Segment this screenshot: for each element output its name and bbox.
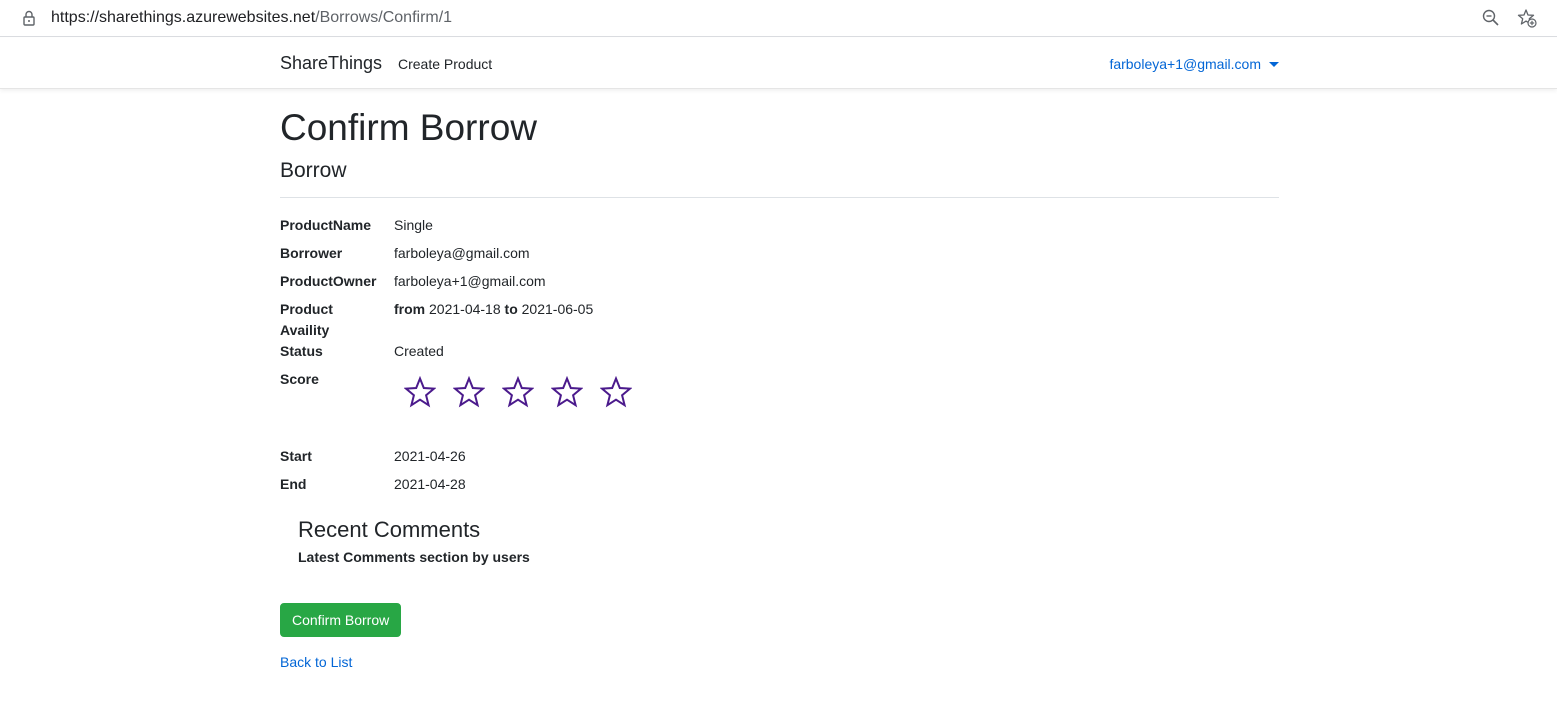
detail-row-start: Start 2021-04-26 [280,446,1279,467]
availability-label-line-1: Product [280,301,333,318]
from-word: from [394,301,426,318]
detail-row-availability: Product Availity from 2021-04-18 to 2021… [280,299,1279,341]
detail-label: Borrower [280,245,343,262]
detail-value: 2021-04-28 [394,476,466,493]
divider [280,197,1279,199]
lock-icon [23,10,35,26]
availability-from: 2021-04-18 [429,301,501,318]
back-to-list-link[interactable]: Back to List [280,654,1279,670]
detail-value: farboleya+1@gmail.com [394,273,546,290]
detail-row-status: Status Created [280,341,1279,362]
url-host: https://sharethings.azurewebsites.net [51,9,316,26]
caret-down-icon [1269,62,1279,67]
detail-row-score: Score [280,369,1279,408]
confirm-borrow-button[interactable]: Confirm Borrow [280,603,402,638]
detail-value: farboleya@gmail.com [394,245,530,262]
detail-row-end: End 2021-04-28 [280,474,1279,495]
page-subtitle: Borrow [280,159,347,183]
availability-to: 2021-06-05 [521,301,594,318]
add-favorite-icon[interactable] [1517,8,1537,28]
star-icon[interactable] [404,376,436,408]
detail-row-product-owner: ProductOwner farboleya+1@gmail.com [280,271,1279,292]
borrow-details: ProductName Single Borrower farboleya@gm… [280,215,1279,495]
detail-label: End [280,476,307,493]
detail-label: Status [280,343,323,360]
detail-label: ProductName [280,217,372,234]
star-icon[interactable] [600,376,632,408]
comments-subtitle: Latest Comments section by users [298,549,530,566]
detail-value: Created [394,343,444,360]
main-content: Confirm Borrow Borrow ProductName Single… [280,100,1279,670]
brand-link[interactable]: ShareThings [280,53,382,74]
recent-comments-section: Recent Comments Latest Comments section … [298,517,1279,565]
star-rating [404,376,1279,408]
detail-row-borrower: Borrower farboleya@gmail.com [280,243,1279,264]
to-word: to [504,301,518,318]
detail-label: Product Availity [280,299,394,341]
detail-label: ProductOwner [280,273,377,290]
url-field[interactable]: https://sharethings.azurewebsites.net/Bo… [51,9,452,27]
detail-row-product-name: ProductName Single [280,215,1279,236]
star-icon[interactable] [502,376,534,408]
detail-value: Single [394,217,433,234]
top-navbar: ShareThings Create Product farboleya+1@g… [0,38,1557,89]
browser-address-bar: https://sharethings.azurewebsites.net/Bo… [0,0,1557,37]
page-title: Confirm Borrow [280,107,537,148]
url-path: /Borrows/Confirm/1 [315,9,453,26]
star-icon[interactable] [551,376,583,408]
user-menu-dropdown[interactable]: farboleya+1@gmail.com [1109,56,1279,72]
detail-label: Start [280,448,312,465]
create-product-link[interactable]: Create Product [398,56,492,72]
availability-label-line-2: Availity [280,322,330,339]
star-icon[interactable] [453,376,485,408]
detail-label: Score [280,371,319,388]
comments-title: Recent Comments [298,517,481,543]
user-email: farboleya+1@gmail.com [1109,56,1261,72]
detail-value: 2021-04-26 [394,448,466,465]
detail-value [394,369,1279,408]
detail-value: from 2021-04-18 to 2021-06-05 [394,299,1279,341]
zoom-out-icon[interactable] [1482,9,1500,27]
